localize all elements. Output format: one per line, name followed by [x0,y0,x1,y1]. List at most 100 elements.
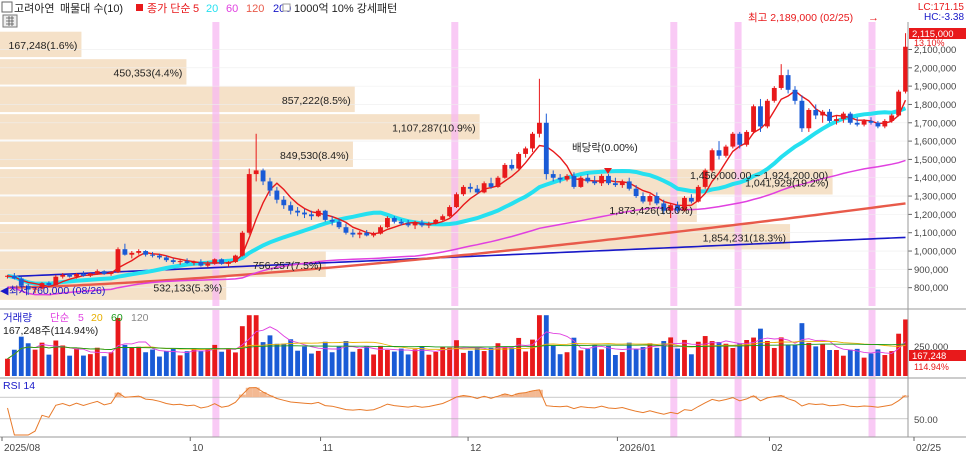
volume-bar [875,349,881,376]
candle-body [619,181,625,186]
volume-ma-period-5: 5 [78,312,84,324]
dividend-annotation: 배당락(0.00%) [572,142,638,154]
candle-body [157,255,162,258]
candle-body [74,273,79,277]
y-tick-label: 1,800,000 [914,100,956,111]
candle-body [585,177,591,182]
candle-body [87,273,93,276]
volume-bar [129,347,135,376]
volume-bar [633,349,639,376]
candle-body [861,120,867,125]
candle-body [827,111,832,121]
volume-bar [868,353,874,376]
volume-bar [67,355,73,376]
candle-body [502,164,508,178]
candle-body [447,207,453,217]
candle-body [191,262,197,264]
candle-body [419,222,425,226]
candle-body [391,218,397,222]
candle-body [744,131,750,145]
volume-bar [523,351,529,376]
candle [695,185,701,203]
rsi-tick-label: 50.00 [914,415,938,426]
candle-body [94,271,100,274]
candle-body [198,262,204,266]
candle-body [398,221,404,224]
volume-bar [302,346,307,376]
volume-bar [281,343,287,376]
highlight-column [734,22,742,306]
candle-body [53,276,59,285]
candle-body [599,175,604,184]
volume-bar [585,349,591,376]
candle [723,144,729,158]
candle-body [329,219,335,222]
volume-bar [785,345,791,376]
volume-bar [764,341,770,376]
volume-bar [226,349,231,376]
volume-bar [813,346,819,376]
volume-bar [564,352,570,376]
x-tick-label: 11 [323,443,334,454]
volume-ma-legend: 5 20 60 120 [78,312,149,324]
volume-bar [329,352,335,376]
candle-body [384,218,390,228]
volume-bar [350,351,356,376]
candle-body [523,148,529,154]
volume-bar [18,336,24,376]
volume-bar [295,350,301,376]
candle-body [184,261,190,263]
candle-body [626,181,632,189]
volume-bar [357,349,363,376]
candle-body [723,146,729,156]
candle-body [751,106,756,132]
candle-body [260,170,266,182]
candle [233,254,238,263]
y-tick-label: 1,700,000 [914,118,956,129]
volume-bar [391,351,397,376]
volume-info: 167,248주(114.94%) [3,325,98,337]
candle-body [820,111,826,116]
candle-body [378,227,383,234]
candle-body [295,210,301,213]
candle-body [440,216,446,220]
highlight-column [451,379,459,437]
chart-canvas: 167,248(1.6%) 450,353(4.4%) 857,222(8.5%) 1… [0,0,966,454]
volume-bar [136,346,142,376]
volume-bar [364,346,370,376]
candle-body [840,113,846,120]
x-tick-label: 2025/08 [4,443,41,454]
menu-icon[interactable] [1,1,13,13]
candle-body [778,75,784,88]
rsi-label: RSI 14 [3,380,35,392]
volume-bar [74,348,79,376]
y-tick-label: 1,100,000 [914,228,956,239]
volume-bar [654,347,660,376]
highlight-column [451,22,459,306]
y-tick-label: 1,200,000 [914,210,956,221]
candle-body [60,274,66,277]
candle-body [467,186,473,189]
candle [219,258,225,265]
volume-bar [219,351,225,376]
candle [502,163,508,179]
candle-body [695,186,701,202]
current-pct: 13.10% [914,38,945,48]
volume-bar [412,349,418,376]
volume-bar [322,341,328,376]
candle-body [633,188,639,197]
candle-body [771,87,777,101]
y-tick-label: 1,900,000 [914,82,956,93]
stock-name[interactable]: 고려아연 [14,2,54,15]
volume-bar [46,354,52,376]
candle-body [896,91,902,116]
candle [764,98,770,129]
candle-body [460,186,466,195]
volume-bar [688,354,694,376]
candle-body [177,261,183,263]
candle-body [737,133,743,145]
candle-body [654,196,660,204]
volume-bar [426,354,432,376]
candle-body [564,175,570,180]
candle-body [163,257,169,261]
